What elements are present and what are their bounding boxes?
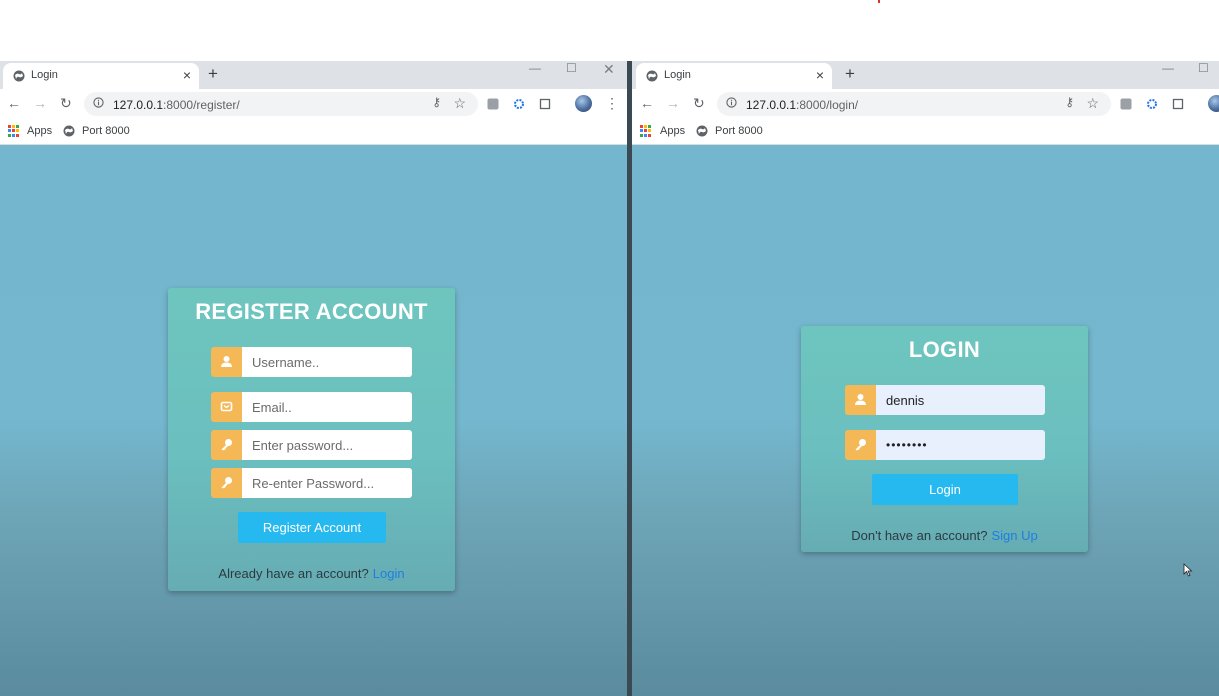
window-close-icon[interactable]: ✕ [603, 61, 615, 78]
page-content: LOGIN Login Don't have an account?Sign U… [632, 145, 1219, 696]
bookmarks-bar: Apps Port 8000 [0, 119, 627, 145]
extension-icon[interactable] [1120, 98, 1132, 110]
tab-register[interactable]: Login × [3, 63, 199, 89]
plus-icon[interactable]: + [845, 64, 855, 84]
bookmark-apps[interactable]: Apps [660, 125, 685, 137]
signup-link[interactable]: Sign Up [991, 528, 1037, 543]
login-button[interactable]: Login [872, 474, 1018, 505]
cursor-icon [1183, 563, 1193, 577]
password-input[interactable] [242, 430, 412, 460]
reload-icon[interactable]: ↻ [60, 95, 72, 112]
login-link[interactable]: Login [373, 566, 405, 581]
screenshot-icon[interactable] [1172, 98, 1184, 110]
password-key-icon [845, 430, 876, 460]
star-icon[interactable]: ☆ [453, 95, 466, 112]
address-bar[interactable]: 127.0.0.1:8000/login/ ⚷ ☆ [717, 92, 1111, 116]
username-input[interactable] [242, 347, 412, 377]
password-key-icon [211, 430, 242, 460]
tab-title: Login [664, 69, 691, 81]
screenshot-icon[interactable] [539, 98, 551, 110]
bookmark-port-8000[interactable]: Port 8000 [82, 125, 130, 137]
red-marker [878, 0, 880, 3]
login-prompt-text: Already have an account? [218, 566, 369, 581]
back-arrow-icon[interactable]: ← [7, 95, 21, 111]
bookmark-apps[interactable]: Apps [27, 125, 52, 137]
page-title: LOGIN [908, 337, 981, 362]
plus-icon[interactable]: + [208, 64, 218, 84]
browser-window-login: Login × + — ☐ ← → ↻ 127.0.0.1:8000/login… [632, 61, 1219, 696]
extension-gear-icon[interactable] [513, 98, 525, 110]
password-field-group [211, 430, 412, 460]
user-icon [845, 385, 876, 415]
mail-icon [211, 392, 242, 422]
apps-grid-icon[interactable] [8, 125, 20, 137]
register-account-button[interactable]: Register Account [238, 512, 386, 543]
tab-strip: Login × + — ☐ ✕ [0, 61, 627, 89]
info-icon [93, 97, 104, 108]
tab-login[interactable]: Login × [636, 63, 832, 89]
browser-toolbar: ← → ↻ 127.0.0.1:8000/register/ ⚷ ☆ ⋮ [0, 89, 627, 119]
browser-window-register: Login × + — ☐ ✕ ← → ↻ 127.0.0.1:8000/reg… [0, 61, 627, 696]
globe-icon [13, 70, 25, 82]
browser-toolbar: ← → ↻ 127.0.0.1:8000/login/ ⚷ ☆ [632, 89, 1219, 119]
extension-icon[interactable] [487, 98, 499, 110]
desktop-background [0, 0, 1219, 61]
forward-arrow-icon[interactable]: → [666, 95, 680, 111]
bookmarks-bar: Apps Port 8000 [632, 119, 1219, 145]
password-field-group [845, 430, 1045, 460]
forward-arrow-icon[interactable]: → [33, 95, 47, 111]
email-input[interactable] [242, 392, 412, 422]
back-arrow-icon[interactable]: ← [640, 95, 654, 111]
tab-strip: Login × + — ☐ [632, 61, 1219, 89]
signup-prompt: Don't have an account? Sign Up [801, 528, 1088, 543]
bookmark-port-8000[interactable]: Port 8000 [715, 125, 763, 137]
info-icon [726, 97, 737, 108]
avatar[interactable] [1208, 95, 1219, 112]
key-icon[interactable]: ⚷ [1065, 95, 1074, 109]
apps-grid-icon[interactable] [640, 125, 652, 137]
login-card: LOGIN Login Don't have an account?Sign U… [801, 326, 1088, 552]
login-prompt: Already have an account? Login [168, 566, 455, 581]
url-text: 127.0.0.1:8000/register/ [113, 98, 240, 112]
star-icon[interactable]: ☆ [1086, 95, 1099, 112]
user-icon [211, 347, 242, 377]
email-field-group [211, 392, 412, 422]
reload-icon[interactable]: ↻ [693, 95, 705, 112]
globe-icon [63, 125, 75, 137]
globe-icon [646, 70, 658, 82]
maximize-icon[interactable]: ☐ [1198, 61, 1209, 75]
address-bar[interactable]: 127.0.0.1:8000/register/ ⚷ ☆ [84, 92, 478, 116]
avatar[interactable] [575, 95, 592, 112]
key-icon[interactable]: ⚷ [432, 95, 441, 109]
username-field-group [211, 347, 412, 377]
menu-icon[interactable]: ⋮ [605, 95, 619, 112]
password-key-icon [211, 468, 242, 498]
password-input[interactable] [876, 430, 1045, 460]
minimize-icon[interactable]: — [529, 61, 541, 75]
globe-icon [696, 125, 708, 137]
close-icon[interactable]: × [816, 67, 824, 83]
username-input[interactable] [876, 385, 1045, 415]
maximize-icon[interactable]: ☐ [566, 61, 577, 75]
page-title: REGISTER ACCOUNT [195, 299, 428, 324]
page-content: REGISTER ACCOUNT Register Account Alread… [0, 145, 627, 696]
register-card: REGISTER ACCOUNT Register Account Alread… [168, 288, 455, 591]
username-field-group [845, 385, 1045, 415]
signup-prompt-text: Don't have an account? [851, 528, 988, 543]
minimize-icon[interactable]: — [1162, 61, 1174, 75]
password-confirm-field-group [211, 468, 412, 498]
extension-gear-icon[interactable] [1146, 98, 1158, 110]
tab-title: Login [31, 69, 58, 81]
password-confirm-input[interactable] [242, 468, 412, 498]
url-text: 127.0.0.1:8000/login/ [746, 98, 859, 112]
close-icon[interactable]: × [183, 67, 191, 83]
